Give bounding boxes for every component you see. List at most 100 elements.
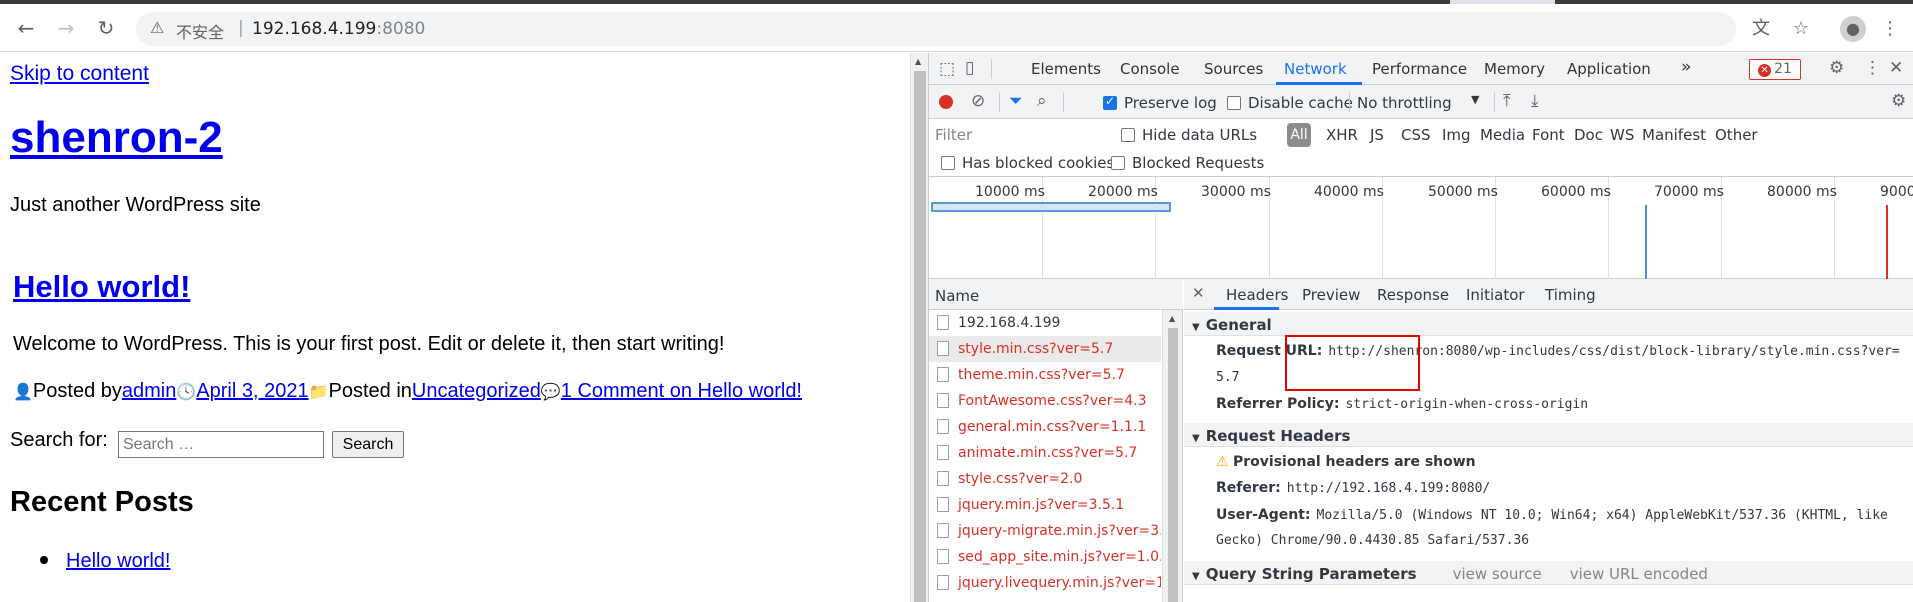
request-headers-section-header[interactable]: ▼ Request Headers — [1184, 423, 1913, 447]
tab-sources[interactable]: Sources — [1204, 60, 1263, 78]
tab-response[interactable]: Response — [1377, 286, 1449, 304]
timeline-selection[interactable] — [931, 202, 1171, 212]
filter-type-js[interactable]: JS — [1370, 126, 1384, 144]
author-link[interactable]: admin — [122, 380, 176, 402]
settings-gear-icon[interactable]: ⚙ — [1829, 58, 1844, 78]
close-details-icon[interactable]: ✕ — [1192, 284, 1205, 302]
triangle-down-icon: ▼ — [1192, 571, 1200, 582]
hide-data-urls-checkbox[interactable] — [1121, 128, 1135, 142]
request-name: jquery.livequery.min.js?ver=1.. — [958, 575, 1161, 591]
filter-type-ws[interactable]: WS — [1610, 126, 1634, 144]
request-row[interactable]: sed_app_site.min.js?ver=1.0.0 — [929, 544, 1161, 570]
general-section-header[interactable]: ▼ General — [1184, 312, 1913, 336]
clear-icon[interactable]: ⊘ — [971, 91, 985, 111]
request-row[interactable]: animate.min.css?ver=5.7 — [929, 440, 1161, 466]
date-link[interactable]: April 3, 2021 — [196, 380, 308, 402]
filter-funnel-icon[interactable]: ⏷ — [1009, 91, 1023, 111]
toolbar-divider — [1063, 92, 1064, 112]
scroll-up-arrow-icon[interactable]: ▲ — [1169, 314, 1175, 323]
search-button[interactable]: Search — [332, 431, 404, 458]
url-text[interactable]: 192.168.4.199:8080 — [252, 19, 425, 39]
name-column-header[interactable]: Name — [929, 279, 1183, 310]
arrow-right-icon[interactable]: → — [52, 14, 80, 42]
profile-avatar-icon[interactable]: ● — [1840, 16, 1866, 42]
tab-application[interactable]: Application — [1567, 60, 1651, 78]
request-row[interactable]: jquery-migrate.min.js?ver=3.3 — [929, 518, 1161, 544]
timeline-tick: 40000 ms — [1314, 184, 1384, 200]
translate-icon[interactable]: 文 — [1748, 16, 1774, 42]
timeline-tick: 30000 ms — [1201, 184, 1271, 200]
request-list-scrollbar[interactable]: ▲ — [1162, 310, 1182, 602]
reload-icon[interactable]: ↻ — [92, 14, 120, 42]
request-row[interactable]: FontAwesome.css?ver=4.3 — [929, 388, 1161, 414]
device-toolbar-icon[interactable]: ▯ — [965, 58, 974, 78]
search-icon[interactable]: ⌕ — [1037, 91, 1047, 111]
filter-type-doc[interactable]: Doc — [1574, 126, 1603, 144]
request-row[interactable]: jquery.livequery.min.js?ver=1.. — [929, 570, 1161, 596]
tab-preview[interactable]: Preview — [1302, 286, 1360, 304]
filter-type-manifest[interactable]: Manifest — [1642, 126, 1706, 144]
record-icon[interactable] — [939, 95, 953, 109]
filter-type-media[interactable]: Media — [1480, 126, 1525, 144]
network-settings-icon[interactable]: ⚙ — [1891, 91, 1906, 111]
tab-headers[interactable]: Headers — [1226, 286, 1288, 304]
network-overview-timeline[interactable]: 10000 ms 20000 ms 30000 ms 40000 ms 5000… — [929, 177, 1913, 279]
comments-link[interactable]: 1 Comment on Hello world! — [561, 380, 802, 402]
request-row[interactable]: style.min.css?ver=5.7 — [929, 336, 1161, 362]
view-url-encoded-link[interactable]: view URL encoded — [1570, 565, 1708, 583]
import-har-icon[interactable]: ⤒ — [1503, 91, 1511, 111]
query-string-section-header[interactable]: ▼ Query String Parameters view source view … — [1184, 561, 1913, 585]
filter-type-all[interactable]: All — [1287, 123, 1311, 147]
address-bar[interactable]: ⚠ 不安全 | 192.168.4.199:8080 — [136, 12, 1736, 46]
request-row[interactable]: general.min.css?ver=1.1.1 — [929, 414, 1161, 440]
page-scrollbar[interactable]: ▲ — [910, 53, 928, 602]
star-icon[interactable]: ☆ — [1788, 16, 1814, 42]
filter-type-other[interactable]: Other — [1715, 126, 1758, 144]
scrollbar-thumb[interactable] — [914, 71, 926, 602]
inspect-element-icon[interactable]: ⬚ — [939, 59, 955, 79]
export-har-icon[interactable]: ⤓ — [1531, 91, 1539, 111]
recent-post-link[interactable]: Hello world! — [66, 550, 170, 572]
disable-cache-checkbox[interactable] — [1227, 96, 1241, 110]
request-row[interactable]: theme.min.css?ver=5.7 — [929, 362, 1161, 388]
category-link[interactable]: Uncategorized — [412, 380, 541, 402]
tab-initiator[interactable]: Initiator — [1466, 286, 1525, 304]
devtools-menu-icon[interactable]: ⋮ — [1864, 58, 1881, 78]
blocked-requests-label: Blocked Requests — [1132, 154, 1265, 172]
filter-type-css[interactable]: CSS — [1401, 126, 1431, 144]
tab-network[interactable]: Network — [1284, 60, 1347, 78]
blocked-requests-checkbox[interactable] — [1111, 156, 1125, 170]
request-row[interactable]: 192.168.4.199 — [929, 310, 1161, 336]
chevron-down-icon[interactable]: ▼ — [1471, 93, 1479, 106]
preserve-log-checkbox[interactable] — [1103, 94, 1117, 110]
disable-cache-label: Disable cache — [1248, 94, 1353, 112]
tab-timing[interactable]: Timing — [1545, 286, 1596, 304]
search-input[interactable] — [118, 431, 324, 458]
arrow-left-icon[interactable]: ← — [12, 14, 40, 42]
has-blocked-cookies-checkbox[interactable] — [941, 156, 955, 170]
tab-performance[interactable]: Performance — [1372, 60, 1467, 78]
error-count-badge[interactable]: ✕ 21 — [1749, 59, 1801, 80]
user-agent-wrap: Gecko) Chrome/90.0.4430.85 Safari/537.36 — [1216, 533, 1530, 548]
details-tab-bar: ✕ Headers Preview Response Initiator Tim… — [1184, 279, 1913, 310]
menu-kebab-icon[interactable]: ⋮ — [1877, 16, 1903, 42]
site-title-link[interactable]: shenron-2 — [10, 113, 223, 163]
request-row[interactable]: jquery.min.js?ver=3.5.1 — [929, 492, 1161, 518]
tab-elements[interactable]: Elements — [1031, 60, 1101, 78]
skip-to-content-link[interactable]: Skip to content — [10, 62, 149, 86]
filter-input[interactable] — [935, 124, 1105, 146]
site-tagline: Just another WordPress site — [10, 194, 261, 216]
more-tabs-icon[interactable]: » — [1681, 57, 1691, 77]
throttling-select[interactable]: No throttling — [1357, 94, 1452, 112]
close-devtools-icon[interactable]: ✕ — [1889, 58, 1903, 78]
tab-console[interactable]: Console — [1120, 60, 1180, 78]
view-source-link[interactable]: view source — [1453, 565, 1542, 583]
filter-type-font[interactable]: Font — [1532, 126, 1565, 144]
post-title-link[interactable]: Hello world! — [13, 269, 190, 305]
request-row[interactable]: style.css?ver=2.0 — [929, 466, 1161, 492]
scroll-up-arrow-icon[interactable]: ▲ — [915, 57, 921, 66]
scrollbar-thumb[interactable] — [1168, 328, 1178, 602]
filter-type-xhr[interactable]: XHR — [1326, 126, 1358, 144]
tab-memory[interactable]: Memory — [1484, 60, 1545, 78]
filter-type-img[interactable]: Img — [1442, 126, 1471, 144]
